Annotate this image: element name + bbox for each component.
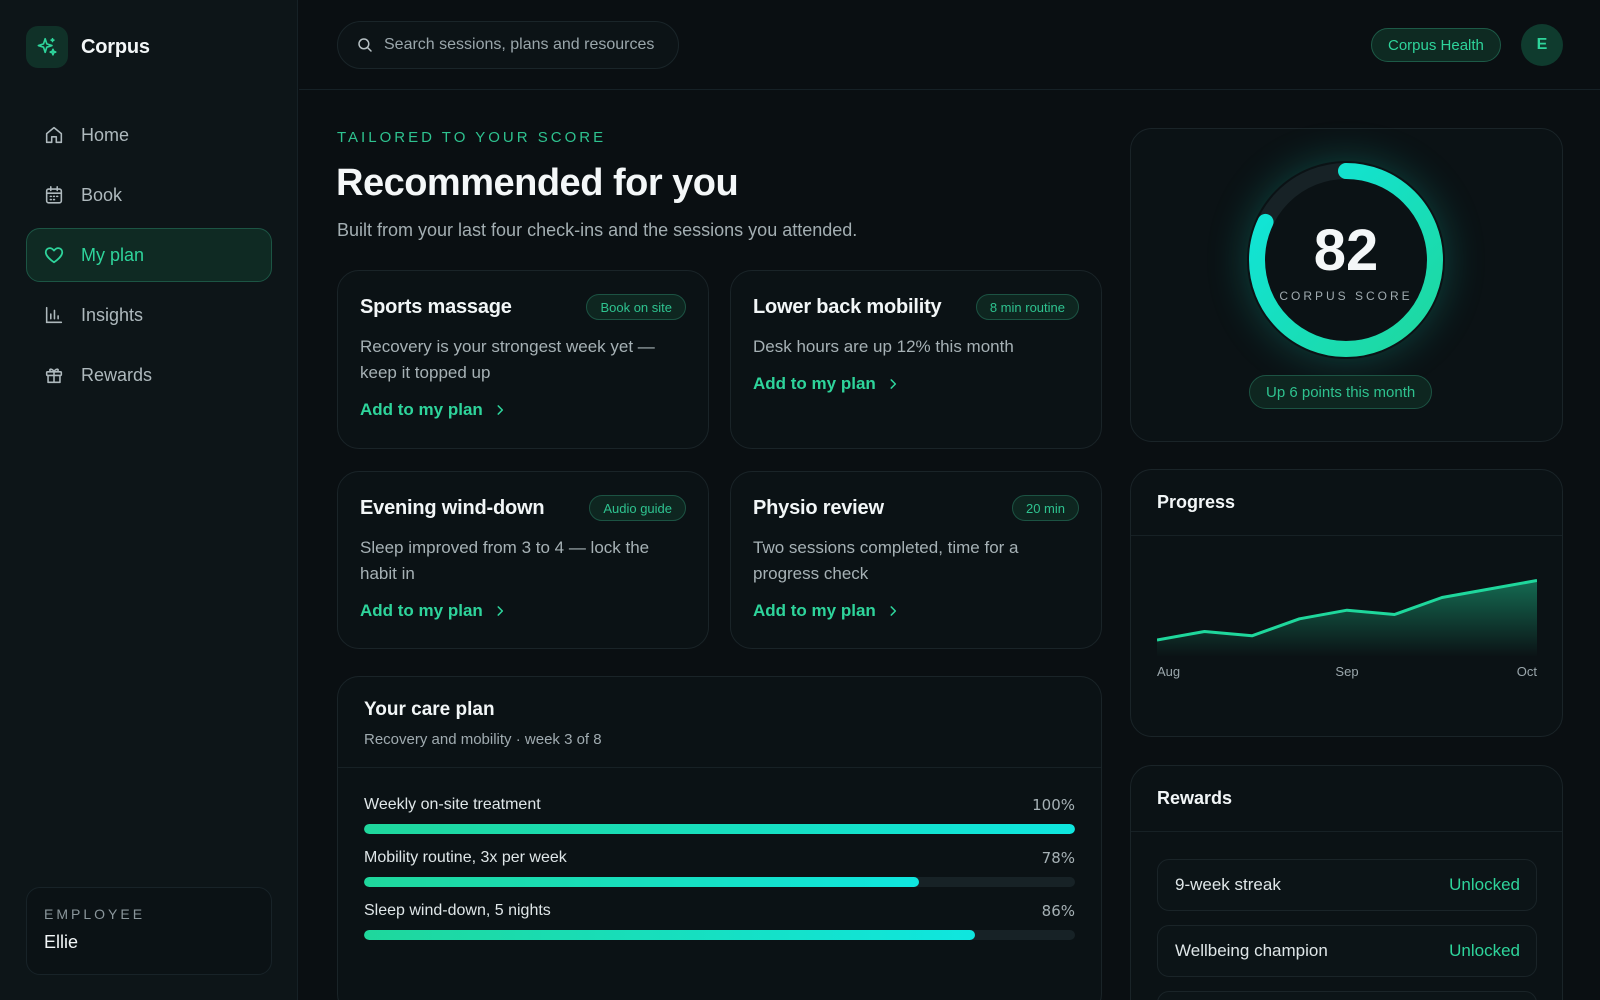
recommendation-card: Lower back mobility 8 min routine Desk h…: [730, 270, 1102, 449]
chevron-right-icon: [886, 377, 900, 391]
chevron-right-icon: [493, 403, 507, 417]
reward-item-partial[interactable]: [1157, 991, 1537, 1000]
progress-title: Progress: [1131, 470, 1562, 536]
sidebar-item-rewards[interactable]: Rewards: [26, 348, 272, 402]
heart-icon: [43, 244, 65, 266]
sparkle-logo-icon: [26, 26, 68, 68]
employee-name: Ellie: [44, 932, 79, 952]
recommendation-tag: 8 min routine: [975, 294, 1079, 320]
rewards-card: Rewards 9-week streak Unlocked Wellbeing…: [1130, 765, 1563, 1000]
score-card: 82 CORPUS SCORE Up 6 points this month: [1130, 128, 1563, 442]
recommendation-title: Evening wind-down: [360, 496, 545, 519]
progress-track: [364, 930, 1075, 940]
avatar[interactable]: E: [1521, 24, 1563, 66]
progress-fill: [364, 877, 919, 887]
care-plan-card: Your care plan Recovery and mobility · w…: [337, 676, 1102, 1000]
add-to-plan-link[interactable]: Add to my plan: [360, 400, 686, 420]
x-tick-label: Aug: [1157, 664, 1180, 679]
recommendation-title: Physio review: [753, 496, 884, 519]
care-plan-row-percent: 78%: [1041, 849, 1075, 867]
care-plan-row-label: Weekly on-site treatment: [364, 796, 541, 813]
reward-item[interactable]: 9-week streak Unlocked: [1157, 859, 1537, 911]
recommendation-card: Sports massage Book on site Recovery is …: [337, 270, 709, 449]
care-plan-subtitle: Recovery and mobility · week 3 of 8: [364, 731, 602, 748]
x-tick-label: Sep: [1335, 664, 1358, 679]
sidebar-item-label: Rewards: [81, 364, 153, 385]
sidebar-item-label: Book: [81, 184, 123, 205]
recommendation-body: Sleep improved from 3 to 4 — lock the ha…: [360, 538, 650, 583]
care-plan-row-percent: 86%: [1041, 902, 1075, 920]
calendar-icon: [43, 184, 65, 206]
sidebar: Corpus Home Book My plan Insights Reward…: [0, 0, 298, 1000]
care-plan-row-label: Sleep wind-down, 5 nights: [364, 902, 551, 919]
recommendation-title: Lower back mobility: [753, 295, 942, 318]
chevron-right-icon: [493, 604, 507, 618]
recommendation-body: Desk hours are up 12% this month: [753, 337, 1014, 356]
score-ring: 82 CORPUS SCORE: [1247, 161, 1445, 359]
rewards-title: Rewards: [1131, 766, 1562, 832]
reward-name: 9-week streak: [1175, 875, 1281, 894]
search-icon: [356, 36, 374, 54]
progress-track: [364, 877, 1075, 887]
sidebar-item-label: Home: [81, 124, 130, 145]
add-to-plan-label: Add to my plan: [753, 374, 876, 393]
reward-name: Wellbeing champion: [1175, 941, 1328, 960]
sidebar-item-label: My plan: [81, 244, 145, 265]
recommendation-body: Two sessions completed, time for a progr…: [753, 538, 1019, 583]
care-plan-row-label: Mobility routine, 3x per week: [364, 849, 567, 866]
app-name: Corpus: [81, 35, 150, 58]
reward-status: Unlocked: [1449, 875, 1520, 894]
recommendation-tag: Book on site: [586, 294, 686, 320]
progress-chart: Aug Sep Oct: [1157, 579, 1537, 679]
score-delta-badge: Up 6 points this month: [1249, 375, 1433, 409]
care-plan-row: Sleep wind-down, 5 nights 86%: [364, 902, 1075, 940]
page-subtitle: Built from your last four check-ins and …: [337, 220, 858, 240]
recommendation-card: Physio review 20 min Two sessions comple…: [730, 471, 1102, 649]
search-input[interactable]: [384, 36, 674, 54]
add-to-plan-link[interactable]: Add to my plan: [753, 601, 1079, 621]
recommendation-body: Recovery is your strongest week yet — ke…: [360, 337, 655, 382]
care-plan-row-percent: 100%: [1032, 796, 1075, 814]
search-box[interactable]: [337, 21, 679, 69]
brand[interactable]: Corpus: [26, 26, 150, 68]
bar-chart-icon: [43, 304, 65, 326]
progress-card: Progress Aug Sep Oct: [1130, 469, 1563, 737]
employee-label: EMPLOYEE: [44, 906, 146, 922]
topbar: Corpus Health E: [299, 0, 1600, 90]
progress-fill: [364, 930, 976, 940]
main-nav: Home Book My plan Insights Rewards: [26, 108, 272, 408]
x-tick-label: Oct: [1517, 664, 1537, 679]
sidebar-item-book[interactable]: Book: [26, 168, 272, 222]
add-to-plan-link[interactable]: Add to my plan: [360, 601, 686, 621]
progress-track: [364, 824, 1075, 834]
score-label: CORPUS SCORE: [1279, 289, 1413, 303]
recommendation-tag: 20 min: [1011, 495, 1079, 521]
sidebar-item-home[interactable]: Home: [26, 108, 272, 162]
care-plan-row: Weekly on-site treatment 100%: [364, 796, 1075, 834]
care-plan-title: Your care plan: [364, 699, 495, 720]
page-title: Recommended for you: [336, 162, 739, 204]
section-eyebrow: TAILORED TO YOUR SCORE: [337, 129, 607, 146]
sidebar-item-my-plan[interactable]: My plan: [26, 228, 272, 282]
recommendation-card: Evening wind-down Audio guide Sleep impr…: [337, 471, 709, 649]
org-badge[interactable]: Corpus Health: [1371, 28, 1501, 62]
sidebar-item-label: Insights: [81, 304, 144, 325]
add-to-plan-label: Add to my plan: [360, 601, 483, 620]
progress-fill: [364, 824, 1075, 834]
chevron-right-icon: [886, 604, 900, 618]
employee-card[interactable]: EMPLOYEE Ellie: [26, 887, 272, 975]
add-to-plan-label: Add to my plan: [360, 400, 483, 419]
gift-icon: [43, 364, 65, 386]
reward-status: Unlocked: [1449, 941, 1520, 960]
sidebar-item-insights[interactable]: Insights: [26, 288, 272, 342]
recommendation-tag: Audio guide: [589, 495, 686, 521]
add-to-plan-label: Add to my plan: [753, 601, 876, 620]
reward-item[interactable]: Wellbeing champion Unlocked: [1157, 925, 1537, 977]
home-icon: [43, 124, 65, 146]
add-to-plan-link[interactable]: Add to my plan: [753, 374, 1079, 394]
care-plan-row: Mobility routine, 3x per week 78%: [364, 849, 1075, 887]
score-value: 82: [1313, 218, 1379, 283]
recommendation-title: Sports massage: [360, 295, 512, 318]
